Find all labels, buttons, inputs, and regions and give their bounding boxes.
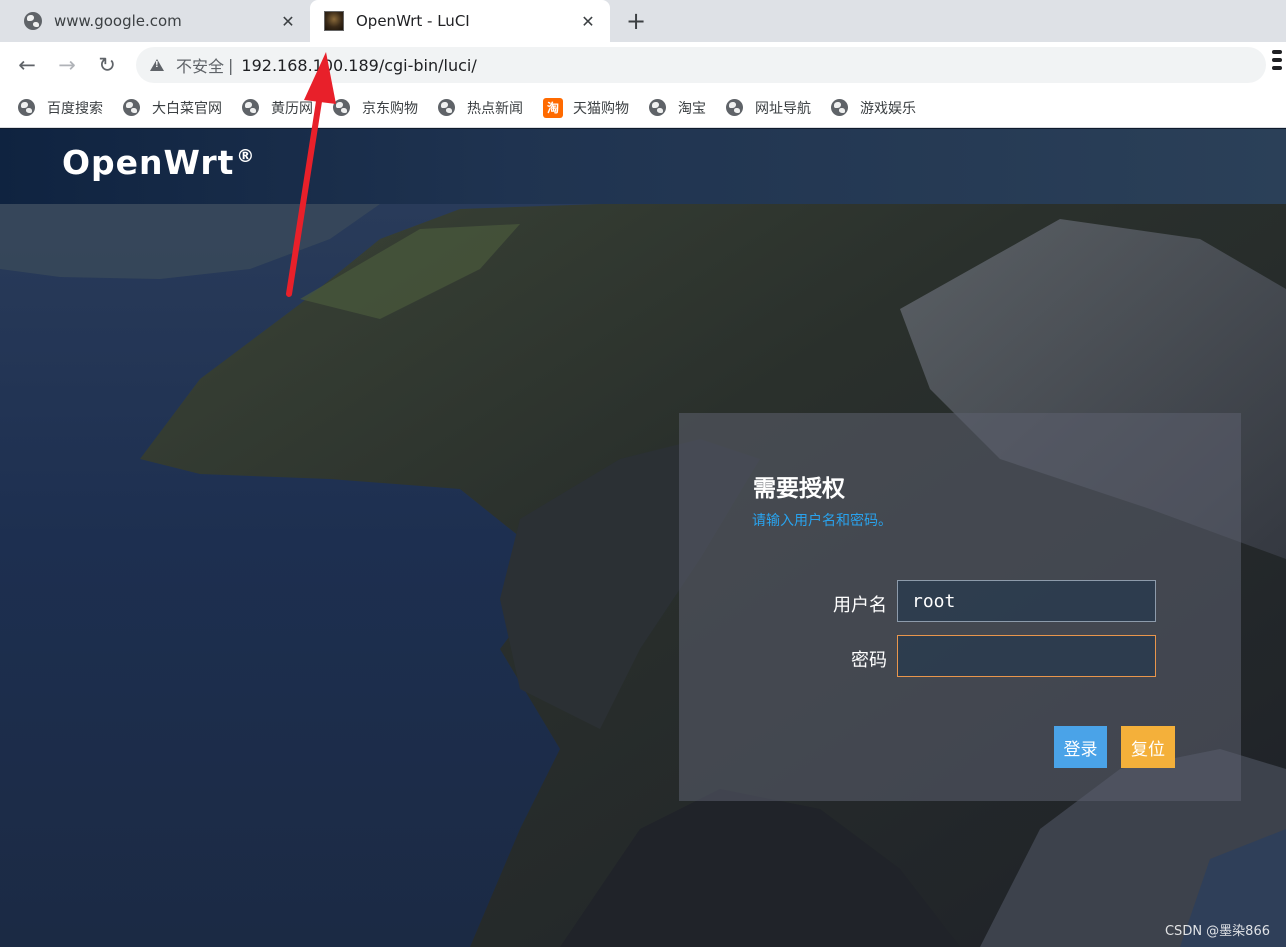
bookmark-label: 百度搜索 <box>47 100 103 117</box>
openwrt-favicon-icon <box>324 11 344 31</box>
bookmark-label: 黄历网 <box>271 100 313 117</box>
openwrt-logo[interactable]: OpenWrt ® <box>62 143 255 182</box>
security-indicator[interactable]: 不安全 <box>176 53 224 77</box>
forward-arrow-icon[interactable]: → <box>52 50 82 80</box>
tab-google[interactable]: www.google.com ✕ <box>0 0 310 42</box>
warning-icon[interactable] <box>150 59 164 71</box>
url-text[interactable]: 192.168.100.189/cgi-bin/luci/ <box>241 56 476 75</box>
globe-icon <box>726 99 743 116</box>
back-arrow-icon[interactable]: ← <box>12 50 42 80</box>
bookmark-label: 天猫购物 <box>573 100 629 117</box>
login-panel: 需要授权 请输入用户名和密码。 用户名 密码 登录 复位 <box>679 413 1241 801</box>
watermark: CSDN @墨染866 <box>1164 924 1270 939</box>
address-bar[interactable]: 不安全 | 192.168.100.189/cgi-bin/luci/ <box>136 47 1266 83</box>
tab-openwrt[interactable]: OpenWrt - LuCI ✕ <box>310 0 610 42</box>
globe-icon <box>438 99 455 116</box>
bookmark-item[interactable]: 黄历网 <box>242 98 313 118</box>
username-label: 用户名 <box>833 595 887 616</box>
globe-icon <box>123 99 140 116</box>
tmall-icon: 淘 <box>543 97 563 118</box>
password-label: 密码 <box>851 650 887 671</box>
bookmark-label: 热点新闻 <box>467 100 523 117</box>
extension-icon[interactable] <box>1272 46 1284 82</box>
reset-button[interactable]: 复位 <box>1121 726 1175 768</box>
bookmarks-bar: 百度搜索 大白菜官网 黄历网 京东购物 热点新闻 淘天猫购物 淘宝 网址导航 游… <box>0 88 1286 128</box>
bookmark-item[interactable]: 游戏娱乐 <box>831 98 916 118</box>
bookmark-item[interactable]: 百度搜索 <box>18 98 103 118</box>
globe-icon <box>831 99 848 116</box>
bookmark-label: 网址导航 <box>755 100 811 117</box>
login-button[interactable]: 登录 <box>1054 726 1107 768</box>
bookmark-item[interactable]: 淘天猫购物 <box>543 97 629 118</box>
new-tab-button[interactable]: + <box>622 9 650 35</box>
bookmark-item[interactable]: 大白菜官网 <box>123 98 222 118</box>
globe-icon <box>333 99 350 116</box>
bookmark-label: 大白菜官网 <box>152 100 222 117</box>
login-subtitle: 请输入用户名和密码。 <box>752 513 892 529</box>
bookmark-label: 京东购物 <box>362 100 418 117</box>
address-separator: | <box>228 55 234 75</box>
close-icon[interactable]: ✕ <box>278 11 298 31</box>
bookmark-item[interactable]: 网址导航 <box>726 98 811 118</box>
browser-tab-strip: www.google.com ✕ OpenWrt - LuCI ✕ + <box>0 0 1286 42</box>
globe-icon <box>649 99 666 116</box>
password-input[interactable] <box>897 635 1156 677</box>
registered-mark: ® <box>236 146 256 167</box>
bookmark-item[interactable]: 京东购物 <box>333 98 418 118</box>
brand-text: OpenWrt <box>62 143 235 182</box>
globe-icon <box>242 99 259 116</box>
browser-toolbar: ← → ↻ 不安全 | 192.168.100.189/cgi-bin/luci… <box>0 42 1286 88</box>
bookmark-label: 游戏娱乐 <box>860 100 916 117</box>
reload-icon[interactable]: ↻ <box>92 50 122 80</box>
bookmark-item[interactable]: 热点新闻 <box>438 98 523 118</box>
login-title: 需要授权 <box>753 476 845 502</box>
username-input[interactable] <box>897 580 1156 622</box>
globe-icon <box>24 12 42 30</box>
globe-icon <box>18 99 35 116</box>
close-icon[interactable]: ✕ <box>578 11 598 31</box>
bookmark-label: 淘宝 <box>678 100 706 117</box>
tab-title: www.google.com <box>54 12 182 30</box>
bookmark-item[interactable]: 淘宝 <box>649 98 706 118</box>
openwrt-login-page: OpenWrt® 需要授权 请输入用户名和密码。 用户名 密码 登录 复位 CS… <box>0 129 1286 947</box>
page-header: OpenWrt ® <box>0 129 1286 204</box>
tab-title: OpenWrt - LuCI <box>356 12 470 30</box>
